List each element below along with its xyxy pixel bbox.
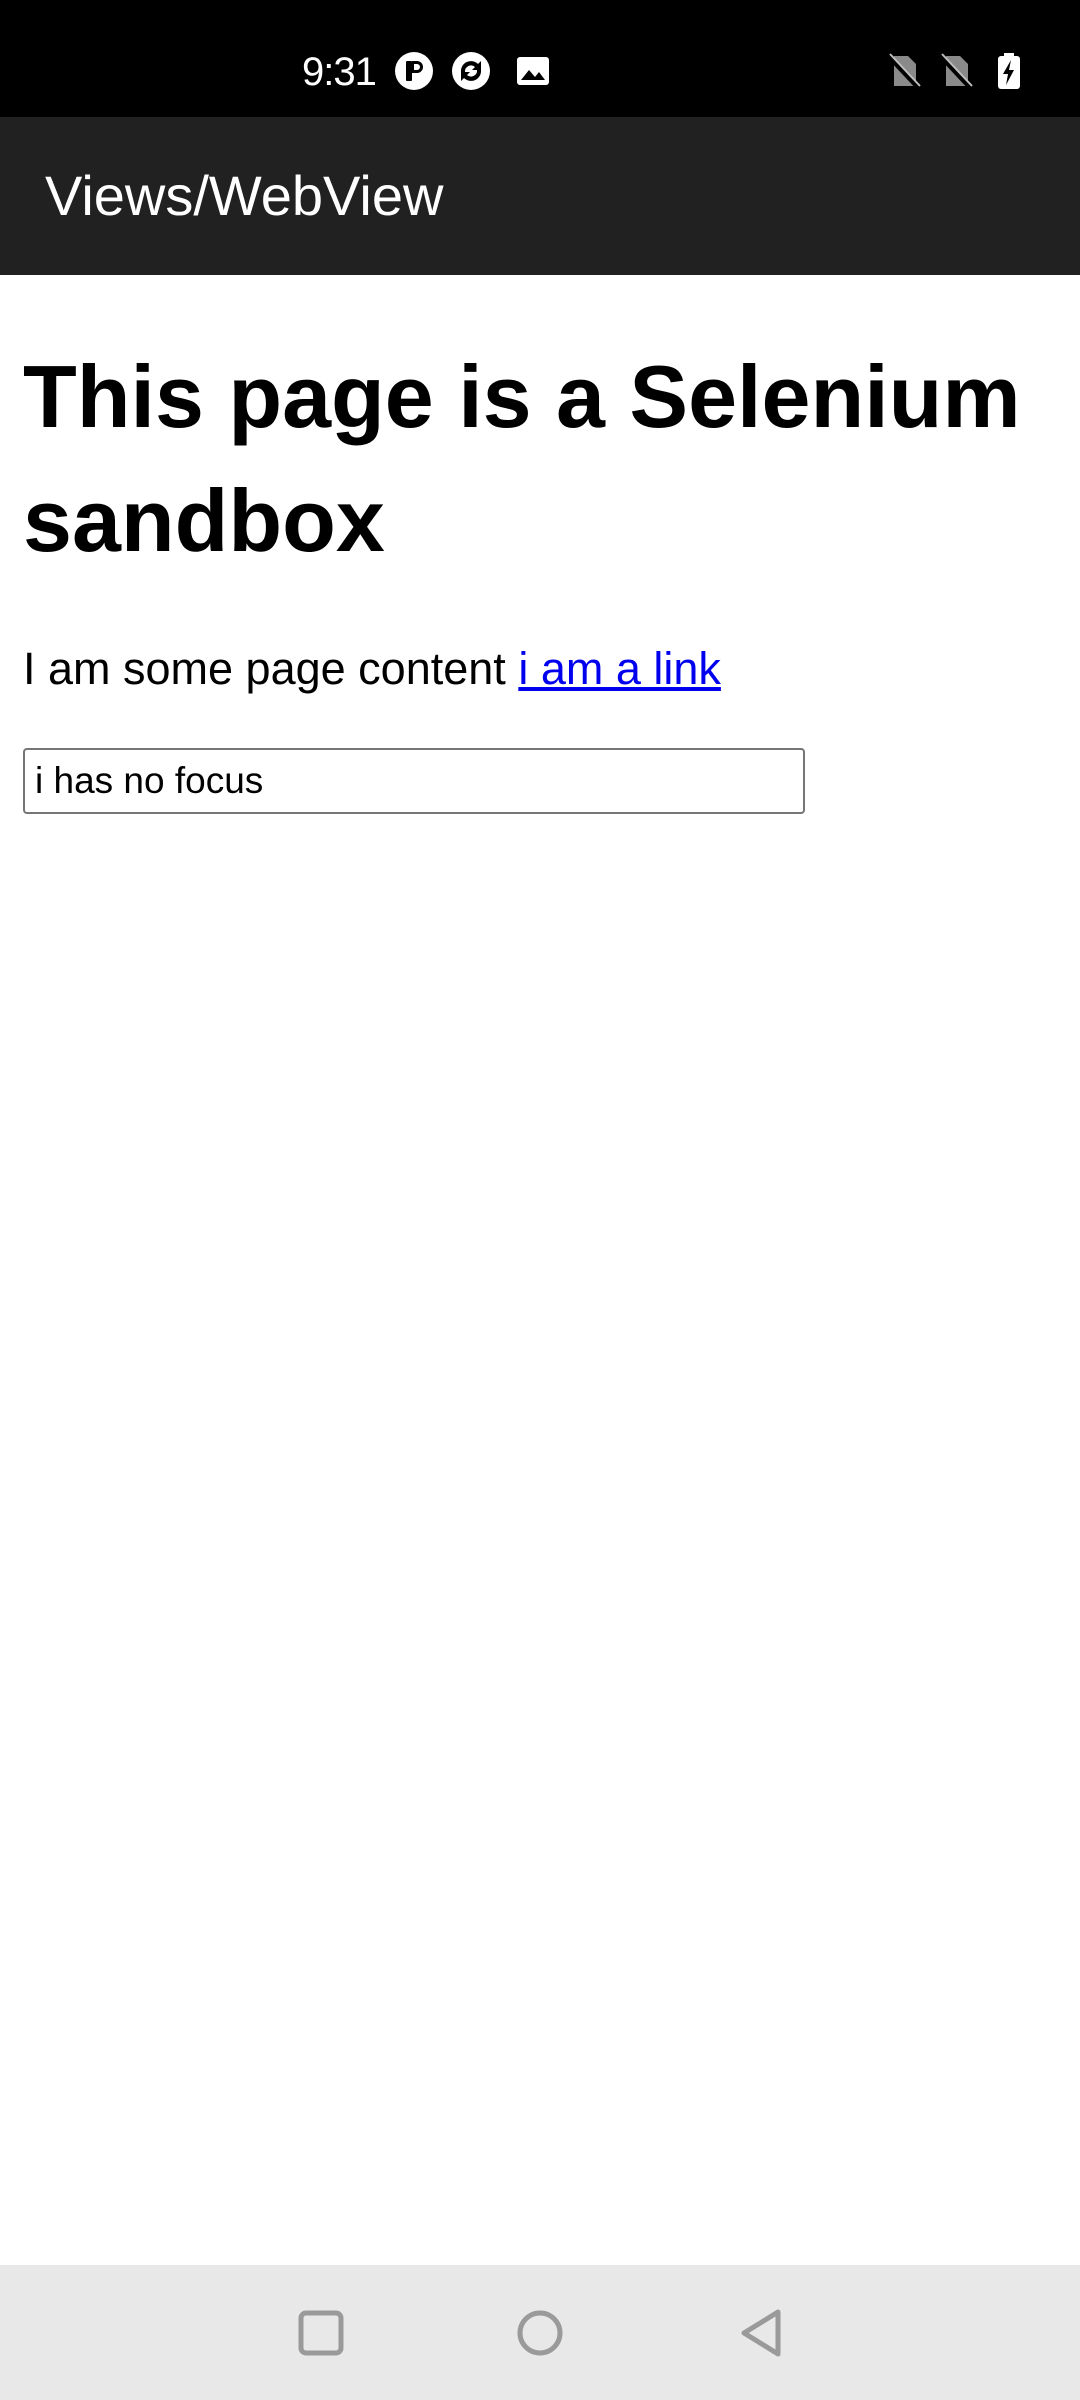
screen: 9:31 Views/WebView This page is a Seleni…: [0, 0, 1080, 2400]
app-bar: Views/WebView: [0, 117, 1080, 275]
image-icon: [512, 50, 554, 92]
no-sim-icon: [882, 50, 924, 92]
page-link[interactable]: i am a link: [518, 643, 721, 694]
text-input[interactable]: [23, 748, 805, 814]
page-paragraph: I am some page content i am a link: [23, 637, 721, 701]
page-heading: This page is a Selenium sandbox: [23, 347, 1021, 570]
notification-app-icon: [393, 50, 435, 92]
status-time: 9:31: [302, 50, 377, 94]
paragraph-text: I am some page content: [23, 643, 506, 694]
no-sim-icon: [934, 50, 976, 92]
back-icon[interactable]: [724, 2295, 800, 2371]
battery-charging-icon: [988, 50, 1030, 92]
webview-content: This page is a Selenium sandbox I am som…: [0, 275, 1080, 2265]
sync-app-icon: [450, 50, 492, 92]
status-bar: 9:31: [0, 0, 1080, 117]
navigation-bar: [0, 2265, 1080, 2400]
app-title: Views/WebView: [45, 164, 444, 227]
recents-icon[interactable]: [283, 2295, 359, 2371]
home-icon[interactable]: [502, 2295, 578, 2371]
